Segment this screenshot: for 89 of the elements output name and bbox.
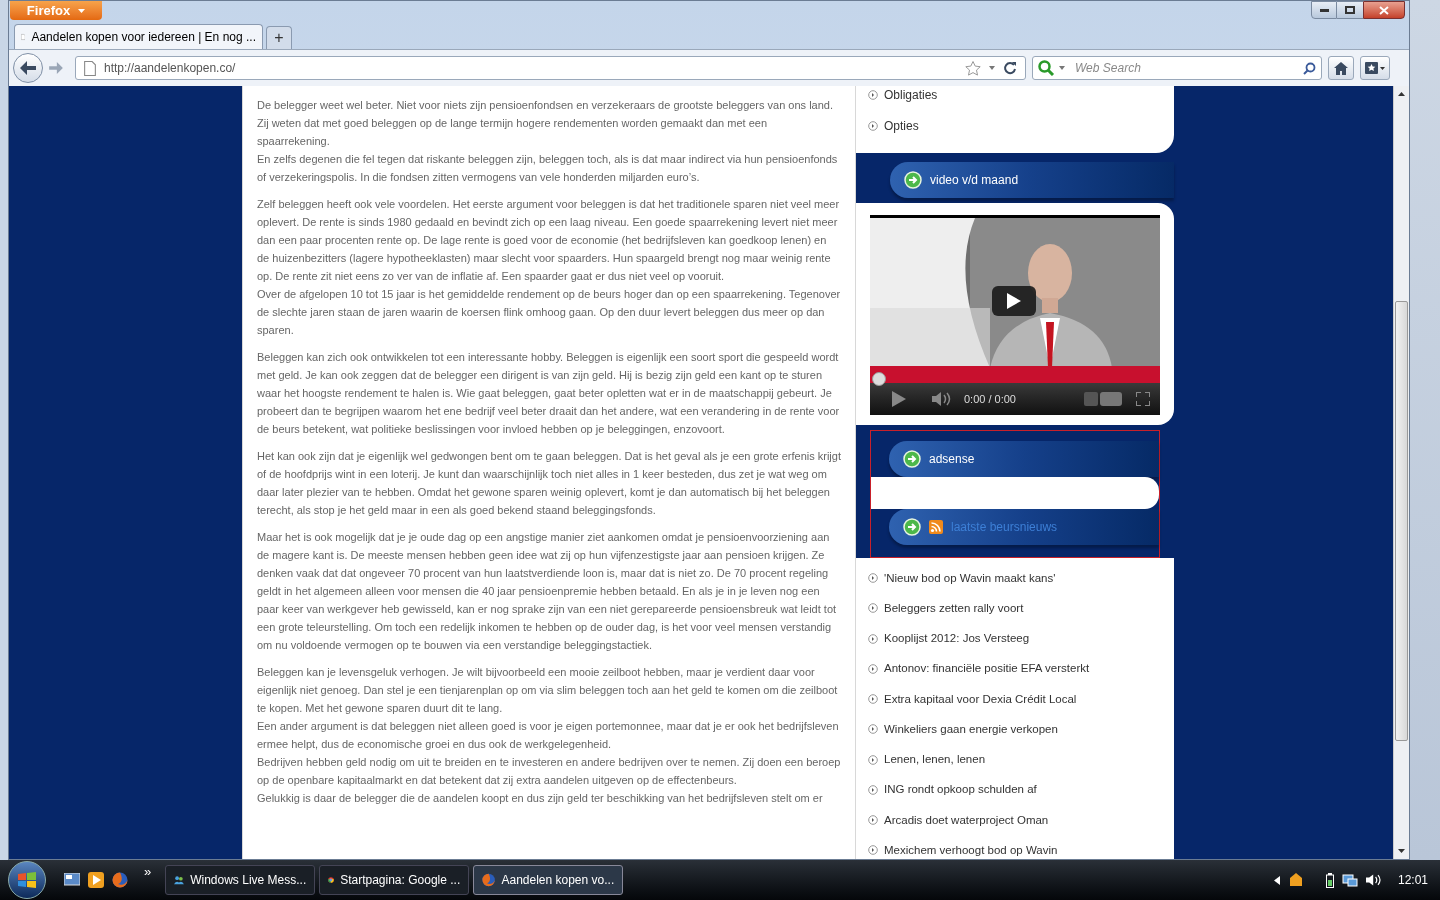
article-paragraph: Gelukkig is daar de belegger die de aandelen koopt en dus zijn geld ter beschikking van het bedrijfsleven stelt om er: [257, 791, 824, 806]
play-button[interactable]: [992, 286, 1036, 316]
widget-title: adsense: [929, 450, 975, 468]
browser-tab[interactable]: Aandelen kopen voor iedereen | En nog ...: [14, 24, 263, 49]
scroll-up-icon[interactable]: [1398, 92, 1405, 96]
article-paragraph: Zelf beleggen heeft ook vele voordelen. Het eerste argument voor beleggen is dat het traditionele sparen niet veel meer oplevert. De rente is sinds 1980 gedaald en bevindt zich op een laag niveau. Een goede spaarrekening levert niet meer dan een paar procenten rente op. De lage rente is goed voor de economie (het bedrijfsleven kan goedkoop lenen) en de huizenbezitters (lagere hypotheeklasten) maar slecht voor spaarders. Hun spaargeld brengt nog maar weinig rente op. De rente zit niet eens zo ver van de inflatie af. Een spaarder gaat er dus niet veel op vooruit.: [257, 197, 841, 284]
search-icon: [1038, 60, 1055, 76]
rss-icon: [929, 519, 943, 534]
maximize-button[interactable]: [1337, 1, 1363, 19]
star-icon[interactable]: [965, 60, 981, 76]
address-bar[interactable]: http://aandelenkopen.co/: [75, 56, 1026, 80]
tray-chevron-icon[interactable]: [1273, 875, 1280, 885]
scroll-down-icon[interactable]: [1398, 849, 1405, 853]
bullet-icon: [868, 724, 878, 735]
network-icon[interactable]: [1341, 872, 1358, 888]
taskbar-button[interactable]: Aandelen kopen vo...: [473, 865, 624, 895]
taskbar-button[interactable]: Windows Live Mess...: [165, 865, 316, 895]
bullet-icon: [868, 663, 878, 674]
play-icon: [1007, 293, 1021, 309]
news-link[interactable]: Extra kapitaal voor Dexia Crédit Local: [884, 690, 1077, 708]
news-link[interactable]: Beleggers zetten rally voort: [884, 599, 1024, 617]
reload-icon[interactable]: [1003, 61, 1017, 75]
bookmarks-button[interactable]: [1360, 56, 1390, 80]
news-link[interactable]: Mexichem verhoogt bod op Wavin: [884, 841, 1058, 859]
browser-icon: [112, 872, 128, 888]
maximize-icon: [1345, 6, 1355, 14]
minimize-icon: [1319, 8, 1329, 12]
sidebar-link[interactable]: Obligaties: [884, 86, 938, 104]
article-paragraph: Over de afgelopen 10 tot 15 jaar is het gemiddelde rendement op de beurs hoger dan op een spaarrekening. Tegenover de slechte jaren staan de jaren waarin de koersen flink omhoog gaan. Op den duur levert beleggen dus meer op dan sparen.: [257, 287, 841, 338]
video-time: 0:00 / 0:00: [964, 391, 1016, 407]
news-link[interactable]: ING rondt opkoop schulden af: [884, 781, 1037, 799]
browser-icon: [482, 872, 496, 888]
home-icon: [1334, 61, 1348, 75]
bullet-icon: [868, 633, 878, 644]
caret-icon: [1380, 66, 1385, 70]
scroll-thumb[interactable]: [1395, 301, 1408, 741]
bullet-icon: [868, 603, 878, 614]
bullet-icon: [868, 815, 878, 826]
search-icon[interactable]: [1303, 61, 1316, 75]
article-paragraph: Een ander argument is dat beleggen niet alleen goed is voor je eigen portemonnee, maar dat je er ook het bedrijfsleven ermee helpt, dus de economische groei en dus ook de werkgelegenheid.: [257, 719, 840, 752]
search-field[interactable]: Web Search: [1032, 56, 1322, 80]
taskbar-button[interactable]: Startpagina: Google ...: [319, 865, 470, 895]
bullet-icon: [868, 573, 878, 584]
close-icon: [1379, 5, 1389, 15]
article-paragraph: Beleggen kan je levensgeluk verhogen. Je wilt bijvoorbeeld een mooie zeilboot hebben, maar je verdient daar voor eigenlijk niet genoeg. Dan stel je een tienjarenplan op om via slim beleggen toch aan het geld te komen om die zeilboot te kopen. Met het gewone sparen duurt dit te lang.: [257, 665, 839, 716]
search-input[interactable]: Web Search: [1075, 59, 1299, 77]
volume-icon[interactable]: [1365, 873, 1382, 887]
bullet-icon: [868, 754, 878, 765]
news-link[interactable]: Lenen, lenen, lenen: [884, 751, 986, 769]
back-arrow-icon: [20, 61, 36, 75]
back-button[interactable]: [13, 53, 43, 83]
article-paragraph: De belegger weet wel beter. Niet voor niets zijn pensioenfondsen en verzekeraars de grootste beleggers van ons land. Zij weten dat met goed beleggen op de lange termijn hogere rendementen worden gemaakt dan met een spaarrekening.: [257, 98, 835, 149]
article-paragraph: Maar het is ook mogelijk dat je je oude dag op een angstige manier ziet aankomen omdat je pensioenvoorziening aan de magere kant is. De meeste mensen hebben geen idee wat zij op hun vijfenzestigste jaar aan pensioen krijgen. Ze denken vaak dat dat ongeveer 70 procent van hun laatstverdiende loon is, maar dat is niet zo. De 70 procent regeling geldt in het algemeen alleen voor mensen die 40 jaar pensioenpremie hebben betaald. En als je in je leven nog een paar keer van werkgever heb gewisseld, kan er nog sprake zijn van een niet gerepareerde pensioensbreuk wat leidt tot een grote teleurstelling. Om toch een redelijk inkomen te hebben op de ouder dag, is het voor veel mensen verstandig om nu voldoende vermogen op te bouwen via een verstandige beleggingstactiek.: [257, 530, 838, 653]
widget-title: video v/d maand: [930, 172, 1019, 189]
bookmark-icon: [1365, 62, 1378, 74]
news-link[interactable]: 'Nieuw bod op Wavin maakt kans': [884, 569, 1056, 587]
article-paragraph: Het kan ook zijn dat je eigenlijk wel gedwongen bent om te gaan beleggen. Dat is het geval als je een grote erfenis krijgt of de hoofdprijs wint in een loterij. Je kunt dan waarschijnlijk toch niet alles in 1 keer besteden, dus zet je wat weg om daar later plezier van te hebben. Omdat het gewone sparen weinig oplevert, komt je dan automatisch bij het beleggen terecht, als stop je het geld maar in een als goed bekend staand beleggingsfonds.: [257, 449, 841, 518]
windows-flag-icon: [18, 872, 36, 888]
news-link[interactable]: Antonov: financiële positie EFA versterkt: [884, 660, 1090, 678]
logo-icon: [1084, 392, 1122, 406]
bullet-icon: [868, 90, 878, 100]
close-button[interactable]: [1363, 1, 1405, 19]
caret-icon[interactable]: [989, 66, 995, 70]
play-icon[interactable]: [892, 391, 906, 407]
caret-icon: [78, 8, 86, 13]
clock[interactable]: 12:01: [1397, 871, 1428, 889]
caret-icon: [1059, 66, 1065, 70]
article-paragraph: Beleggen kan zich ook ontwikkelen tot een interessante hobby. Beleggen is eigenlijk een soort sport die gespeeld wordt met geld. Je kan ook zeggen dat de belegger een dirigent is van zijn geld. Hij is bezig zijn geld een kant op te sturen waar het hoogste rendement te halen is. Wie gaat beleggen, gaat beter opletten wat er in de maatschappij gebeurt. Je probeert dan te begrijpen waarom het ene bedrijf veel beter draait dan het andere, wat een verandering in de rente voor de beurs betekent, wat politieke beslissingen voor invloed hebben op je beleggingen, enzovoort.: [257, 350, 841, 437]
battery-icon[interactable]: [1325, 872, 1334, 888]
article-paragraph: Bedrijven hebben geld nodig om uit te breiden en te investeren en andere bedrijven over te nemen. Zij doen een beroep op de openbare kapitaalmarkt en dat betekent dat zij extra aandelen uitgeven op de effectenbeurs.: [257, 755, 841, 788]
bullet-icon: [868, 121, 878, 131]
news-link[interactable]: Winkeliers gaan energie verkopen: [884, 720, 1058, 738]
fullscreen-icon[interactable]: [1136, 392, 1150, 406]
desktop-icon[interactable]: [64, 873, 80, 887]
home-button[interactable]: [1328, 56, 1354, 80]
media-player-icon[interactable]: [88, 872, 104, 888]
bullet-icon: [868, 784, 878, 795]
bullet-icon: [868, 694, 878, 705]
news-link[interactable]: Arcadis doet waterproject Oman: [884, 811, 1049, 829]
news-link[interactable]: Kooplijst 2012: Jos Versteeg: [884, 630, 1030, 648]
sidebar-link[interactable]: Opties: [884, 117, 919, 135]
minimize-button[interactable]: [1311, 1, 1337, 19]
page-icon: [84, 60, 96, 76]
bullet-icon: [868, 845, 878, 856]
start-button[interactable]: [8, 861, 46, 899]
new-tab-button[interactable]: +: [266, 26, 292, 49]
article-paragraph: En zelfs degenen die fel tegen dat riskante beleggen zijn, beleggen toch, als is dat maar indirect via hun pensioenfonds of verzekeringspolis. In die fondsen zitten vermogens van vele honderden miljarden euro’s.: [257, 152, 839, 185]
scrollbar[interactable]: [1393, 86, 1409, 859]
overflow-chevron[interactable]: »: [144, 862, 152, 882]
